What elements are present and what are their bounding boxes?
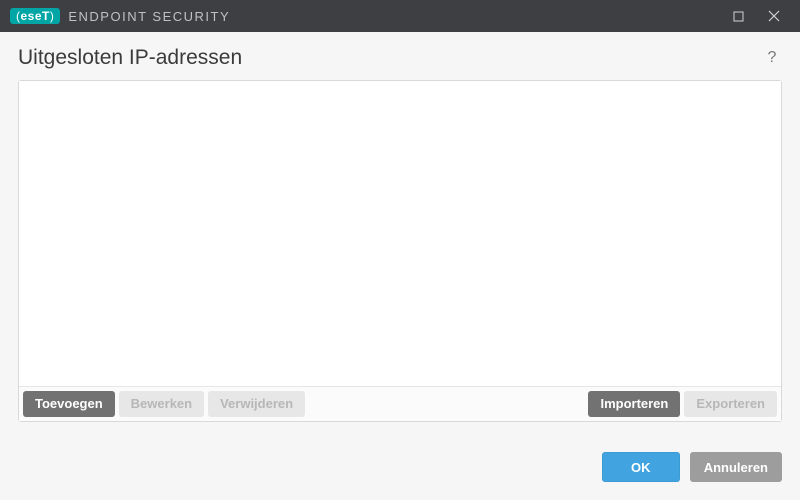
ok-button[interactable]: OK bbox=[602, 452, 680, 482]
import-button[interactable]: Importeren bbox=[588, 391, 680, 417]
cancel-button[interactable]: Annuleren bbox=[690, 452, 782, 482]
content: Uitgesloten IP-adressen ? Toevoegen Bewe… bbox=[0, 32, 800, 434]
ip-list-area[interactable] bbox=[19, 81, 781, 386]
panel-actions: Toevoegen Bewerken Verwijderen Importere… bbox=[19, 386, 781, 421]
ip-list-panel: Toevoegen Bewerken Verwijderen Importere… bbox=[18, 80, 782, 422]
remove-button: Verwijderen bbox=[208, 391, 305, 417]
export-button: Exporteren bbox=[684, 391, 777, 417]
page-title: Uitgesloten IP-adressen bbox=[18, 46, 242, 70]
footer: OK Annuleren bbox=[0, 434, 800, 500]
help-button[interactable]: ? bbox=[762, 48, 782, 68]
close-icon bbox=[768, 10, 780, 22]
product-name: ENDPOINT SECURITY bbox=[68, 9, 230, 24]
brand-logo: (eseT) bbox=[10, 8, 60, 24]
help-icon: ? bbox=[768, 49, 777, 67]
brand: (eseT) ENDPOINT SECURITY bbox=[10, 8, 230, 24]
header-row: Uitgesloten IP-adressen ? bbox=[18, 42, 782, 80]
edit-button: Bewerken bbox=[119, 391, 204, 417]
maximize-icon bbox=[733, 11, 744, 22]
titlebar: (eseT) ENDPOINT SECURITY bbox=[0, 0, 800, 32]
window-controls bbox=[720, 0, 792, 32]
close-button[interactable] bbox=[756, 0, 792, 32]
add-button[interactable]: Toevoegen bbox=[23, 391, 115, 417]
maximize-button[interactable] bbox=[720, 0, 756, 32]
